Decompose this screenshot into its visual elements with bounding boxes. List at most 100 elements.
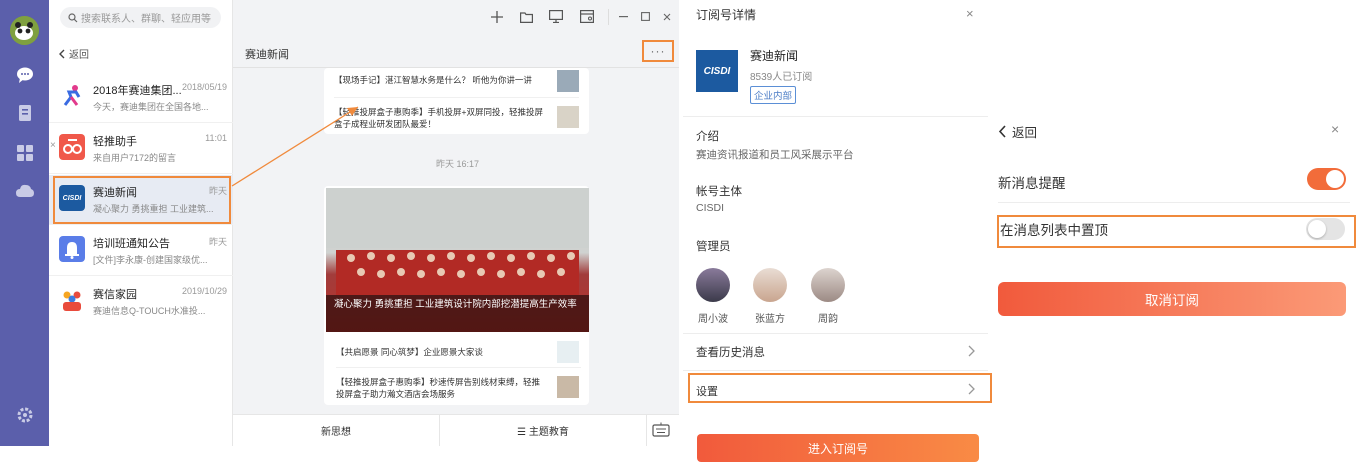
list-item[interactable]: 培训班通知公告 昨天 [文件]李永康-创建国家级优... [49,226,233,276]
gear-icon[interactable] [14,404,36,426]
avatar[interactable] [10,16,39,45]
plus-icon[interactable] [491,11,503,23]
divider [683,370,988,371]
conversation-time: 2019/10/29 [181,286,227,296]
menu-item-new-thought[interactable]: 新思想 [233,414,440,446]
subscriber-count: 8539人已订阅 [750,72,813,83]
conversation-preview: 来自用户7172的留言 [93,153,177,163]
chevron-left-icon [59,49,65,58]
chat-title: 赛迪新闻 [245,49,289,61]
screenshot-icon[interactable] [580,10,594,23]
keyboard-icon[interactable] [652,422,670,438]
enter-subscription-button[interactable]: 进入订阅号 [697,434,979,462]
search-placeholder: 搜索联系人、群聊、轻应用等 [81,14,211,25]
owner-value: CISDI [696,202,725,214]
minimize-icon[interactable] [619,16,628,18]
contacts-book-icon[interactable] [14,102,36,124]
article-thumbnail [557,341,579,363]
admin-item[interactable]: 张蓝方 [751,268,789,325]
owner-label: 帐号主体 [696,186,742,198]
menu-item-theme-education[interactable]: ☰ 主题教育 [440,414,647,446]
subscription-name: 赛迪新闻 [750,49,799,63]
divider [336,367,581,368]
helper-icon [59,134,85,160]
back-button[interactable]: 返回 [998,122,1037,141]
admin-name: 张蓝方 [755,314,785,325]
people-icon [59,287,85,313]
conversation-name: 赛信家园 [93,289,137,301]
unsubscribe-button[interactable]: 取消订阅 [998,282,1346,316]
divider [998,202,1350,203]
date-divider: 昨天 16:17 [436,159,480,169]
article-thumbnail [557,106,579,128]
conversation-preview: 赛迪信息Q-TOUCH水准投... [93,306,206,316]
list-item[interactable]: 赛信家园 2019/10/29 赛迪信息Q-TOUCH水准投... [49,277,233,327]
back-label: 返回 [69,50,89,61]
list-item[interactable]: 2018年赛迪集团... 2018/05/19 今天，赛迪集团在全国各地... [49,73,233,123]
avatar [753,268,787,302]
divider [608,9,609,25]
notify-label: 新消息提醒 [998,176,1066,191]
close-button[interactable]: × [1331,121,1339,137]
admin-name: 周小波 [698,314,728,325]
article-title[interactable]: 【轻推投屏盒子惠购季】秒速传屏告别线材束缚，轻推投屏盒子助力瀚文酒店会场服务 [336,376,546,400]
apps-grid-icon[interactable] [14,142,36,164]
conversation-name: 轻推助手 [93,136,137,148]
conversation-time: 昨天 [208,237,227,247]
admin-item[interactable]: 周韵 [809,268,847,325]
article-list: 【共启愿景 同心筑梦】企业愿景大家谈 【轻推投屏盒子惠购季】秒速传屏告别线材束缚… [326,338,589,404]
history-link[interactable]: 查看历史消息 [696,344,765,360]
chevron-right-icon [968,345,975,357]
search-input[interactable]: 搜索联系人、群聊、轻应用等 [60,7,221,28]
intro-label: 介绍 [696,131,719,143]
chat-header [233,36,679,68]
settings-highlight [688,373,992,403]
list-item[interactable]: 轻推助手 11:01 来自用户7172的留言 [49,124,233,174]
close-icon[interactable]: × [50,140,56,151]
notify-toggle[interactable] [1307,168,1346,190]
conversation-name: 2018年赛迪集团... [93,85,182,97]
pin-label: 在消息列表中置顶 [1000,223,1108,238]
cisdi-logo: CISDI [696,50,738,92]
bell-icon [59,236,85,262]
article-title[interactable]: 【轻推投屏盒子惠购季】手机投屏+双屏同投，轻推投屏盒子成程业研发团队最爱！ [334,106,544,130]
conversation-time: 11:01 [205,133,227,143]
article-title[interactable]: 【共启愿景 同心筑梦】企业愿景大家谈 [336,346,546,358]
cloud-icon[interactable] [14,180,36,202]
back-label: 返回 [1012,126,1038,140]
article-hero-caption[interactable]: 凝心聚力 勇挑重担 工业建筑设计院内部挖潜提高生产效率 [326,295,589,332]
pin-toggle[interactable] [1306,218,1345,240]
folder-icon[interactable] [520,11,533,23]
runner-icon [59,83,85,109]
window-toolbar [233,0,679,36]
article-title[interactable]: 【现场手记】湛江智慧水务是什么？ 听他为你讲一讲 [334,74,544,86]
divider [334,97,579,98]
article-thumbnail [557,70,579,92]
conversation-name: 培训班通知公告 [93,238,170,250]
conversation-time: 2018/05/19 [181,82,227,92]
divider [683,116,988,117]
panel-title: 订阅号详情 [696,8,757,22]
admins-label: 管理员 [696,241,731,253]
chevron-left-icon [998,125,1006,138]
selected-conversation-highlight [53,176,231,224]
avatar [811,268,845,302]
conversation-preview: [文件]李永康-创建国家级优... [93,255,208,265]
status-badge: 企业内部 [750,86,797,104]
admin-name: 周韵 [818,314,838,325]
close-window-icon[interactable] [663,13,671,21]
article-thumbnail [557,376,579,398]
divider [683,333,988,334]
intro-value: 赛迪资讯报道和员工风采展示平台 [696,149,854,161]
maximize-icon[interactable] [641,12,650,21]
conversation-preview: 今天，赛迪集团在全国各地... [93,102,209,112]
chat-icon[interactable] [14,64,36,86]
more-options-button[interactable]: ··· [642,40,674,62]
back-button[interactable]: 返回 [58,46,89,61]
admin-item[interactable]: 周小波 [694,268,732,325]
avatar [696,268,730,302]
close-button[interactable]: × [966,6,974,21]
search-icon [68,12,78,22]
article-card-top: 【现场手记】湛江智慧水务是什么？ 听他为你讲一讲 【轻推投屏盒子惠购季】手机投屏… [324,68,589,134]
screen-cast-icon[interactable] [549,10,563,23]
